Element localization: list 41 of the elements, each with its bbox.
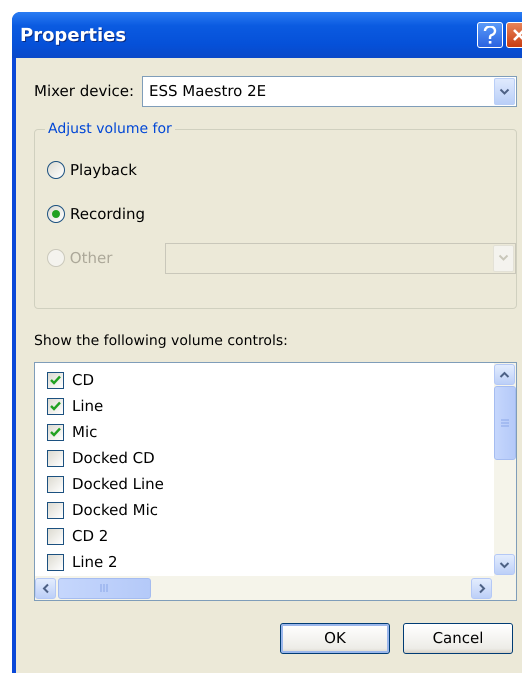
checkbox-label: Mic [72,422,98,443]
checkbox[interactable] [47,424,64,440]
scroll-right-button[interactable] [471,578,492,598]
vertical-scrollbar[interactable] [494,363,516,576]
list-label: Show the following volume controls: [34,332,288,351]
checkbox[interactable] [47,372,64,388]
radio-button[interactable] [47,205,65,223]
ok-button[interactable]: OK [280,623,390,654]
checkbox-label: Line [72,396,104,417]
checkbox[interactable] [47,502,64,518]
mixer-device-dropdown[interactable]: ESS Maestro 2E [142,76,517,107]
scroll-down-button[interactable] [494,554,515,575]
checkbox-label: Docked Line [72,474,164,495]
scroll-thumb[interactable] [58,578,151,598]
close-icon [512,28,522,42]
checkbox[interactable] [47,398,64,414]
scroll-thumb[interactable] [494,386,516,460]
checkbox[interactable] [47,554,64,570]
checkbox[interactable] [47,476,64,492]
cancel-button[interactable]: Cancel [403,623,513,654]
scroll-up-button[interactable] [494,364,515,385]
checkbox-label: CD [72,370,94,391]
group-legend: Adjust volume for [45,120,175,138]
checkbox[interactable] [47,450,64,466]
help-icon [483,26,497,44]
scroll-left-button[interactable] [35,578,56,598]
radio-label: Playback [70,160,137,181]
window-title: Properties [20,24,128,48]
checkbox-label: Docked CD [72,448,155,469]
help-button[interactable] [477,22,503,48]
horizontal-scrollbar[interactable] [35,576,516,600]
checkbox-label: Docked Mic [72,500,158,521]
checkbox[interactable] [47,528,64,544]
grip-icon [501,418,509,428]
grip-icon [100,584,109,592]
radio-label: Other [70,248,114,269]
checkbox-label: CD 2 [72,526,108,547]
checkbox-label: Line 2 [72,552,118,573]
mixer-device-label: Mixer device: [34,81,136,102]
radio-button[interactable] [47,161,65,179]
radio-label: Recording [70,204,146,225]
